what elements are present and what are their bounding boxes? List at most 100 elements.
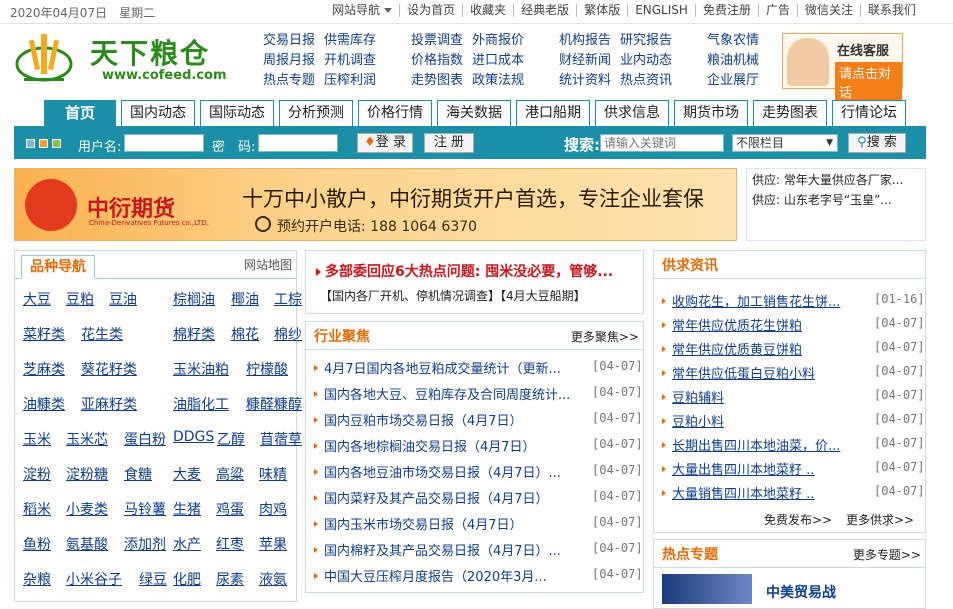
news-item[interactable]: 收购花生，加工销售花生饼... [01-16]	[654, 291, 925, 310]
category-link[interactable]: 液氨	[259, 569, 287, 589]
site-logo[interactable]: 天下粮仓 www.cofeed.com	[14, 30, 227, 86]
news-title[interactable]: 大量出售四川本地菜籽 ..	[672, 463, 814, 478]
category-link[interactable]: 糠醛糠醇	[246, 394, 302, 414]
category-link[interactable]: 乙醇	[217, 429, 245, 449]
category-link[interactable]: 油脂化工	[173, 394, 229, 414]
username-input[interactable]	[124, 134, 204, 152]
more-topics-link[interactable]: 更多专题>>	[853, 546, 921, 563]
category-link[interactable]: 红枣	[216, 534, 244, 554]
header-link[interactable]: 外商报价	[472, 33, 524, 49]
tab-futures[interactable]: 期货市场	[674, 100, 748, 126]
news-item[interactable]: 常年供应优质花生饼粕 [04-07]	[654, 315, 925, 334]
tab-forum[interactable]: 行情论坛	[832, 100, 906, 126]
category-link[interactable]: 马铃薯	[124, 499, 166, 519]
headline-sub-links[interactable]: 【国内各厂开机、停机情况调查】【4月大豆船期】	[320, 287, 586, 304]
header-link[interactable]: 压榨利润	[324, 73, 376, 89]
news-item[interactable]: 中国大豆压榨月度报告（2020年3月... [04-07]	[306, 566, 643, 585]
category-link[interactable]: 高粱	[216, 464, 244, 484]
category-link[interactable]: 水产	[173, 534, 201, 554]
tab-charts[interactable]: 走势图表	[753, 100, 827, 126]
category-link[interactable]: 苜蓿草	[260, 429, 302, 449]
ticker-item[interactable]: 供应: 常年大量供应各厂家...	[747, 169, 925, 189]
news-title[interactable]: 中国大豆压榨月度报告（2020年3月...	[324, 570, 547, 585]
news-item[interactable]: 长期出售四川本地油菜，价... [04-07]	[654, 435, 925, 454]
header-link[interactable]: 进口成本	[472, 53, 524, 69]
more-focus-link[interactable]: 更多聚焦>>	[571, 328, 639, 345]
news-title[interactable]: 国内菜籽及其产品交易日报（4月7日）	[324, 492, 549, 507]
online-service-widget[interactable]: 在线客服 请点击对话	[782, 33, 903, 102]
category-link[interactable]: 椰油	[231, 289, 259, 309]
category-link[interactable]: 氨基酸	[66, 534, 108, 554]
header-link[interactable]: 机构报告	[559, 33, 611, 49]
header-link[interactable]: 企业展厅	[707, 73, 759, 89]
news-title[interactable]: 豆粕辅料	[672, 391, 724, 406]
category-link[interactable]: 鸡蛋	[216, 499, 244, 519]
tab-customs[interactable]: 海关数据	[437, 100, 511, 126]
theme-swatch-green[interactable]	[52, 139, 61, 148]
header-link[interactable]: 周报月报	[263, 53, 315, 69]
news-title[interactable]: 常年供应优质花生饼粕	[672, 319, 802, 334]
news-item[interactable]: 4月7日国内各地豆粕成交量统计（更新... [04-07]	[306, 358, 643, 377]
tab-domestic[interactable]: 国内动态	[121, 100, 195, 126]
theme-swatch-blue[interactable]	[26, 139, 35, 148]
category-link[interactable]: 鱼粉	[23, 534, 51, 554]
category-link[interactable]: DDGS	[173, 429, 214, 445]
news-item[interactable]: 国内玉米市场交易日报（4月7日） [04-07]	[306, 514, 643, 533]
search-input[interactable]	[600, 134, 724, 152]
category-link[interactable]: 棕榈油	[173, 289, 215, 309]
trade-war-thumbnail[interactable]	[662, 574, 752, 604]
category-link[interactable]: 尿素	[216, 569, 244, 589]
news-item[interactable]: 国内豆粕市场交易日报（4月7日） [04-07]	[306, 410, 643, 429]
headline-link[interactable]: 多部委回应6大热点问题: 囤米没必要，管够...	[316, 261, 613, 281]
top-link-site-nav[interactable]: 网站导航	[325, 4, 399, 17]
top-link-contact[interactable]: 联系我们	[859, 4, 923, 17]
tab-supply[interactable]: 供求信息	[595, 100, 669, 126]
tab-analysis[interactable]: 分析预测	[279, 100, 353, 126]
news-title[interactable]: 常年供应低蛋白豆粕小料	[672, 367, 815, 382]
top-link-ads[interactable]: 广告	[757, 4, 797, 17]
header-link[interactable]: 业内动态	[620, 53, 672, 69]
category-link[interactable]: 大麦	[173, 464, 201, 484]
top-link-register[interactable]: 免费注册	[694, 4, 758, 17]
news-item[interactable]: 大量销售四川本地菜籽 .. [04-07]	[654, 483, 925, 502]
top-link-english[interactable]: ENGLISH	[627, 4, 695, 17]
tab-shipping[interactable]: 港口船期	[516, 100, 590, 126]
free-post-link[interactable]: 免费发布>>	[764, 511, 832, 528]
news-title[interactable]: 国内各地豆油市场交易日报（4月7日）...	[324, 466, 561, 481]
header-link[interactable]: 热点专题	[263, 73, 315, 89]
news-title[interactable]: 国内各地大豆、豆粕库存及合同周度统计...	[324, 388, 570, 403]
news-title[interactable]: 长期出售四川本地油菜，价...	[672, 439, 840, 454]
category-link[interactable]: 花生类	[81, 324, 123, 344]
header-link[interactable]: 价格指数	[411, 53, 463, 69]
header-link[interactable]: 投票调查	[411, 33, 463, 49]
top-link-classic[interactable]: 经典老版	[513, 4, 576, 17]
news-title[interactable]: 国内豆粕市场交易日报（4月7日）	[324, 414, 523, 429]
news-title[interactable]: 国内玉米市场交易日报（4月7日）	[324, 518, 523, 533]
news-item[interactable]: 国内棉籽及其产品交易日报（4月7日）... [04-07]	[306, 540, 643, 559]
header-link[interactable]: 研究报告	[620, 33, 672, 49]
category-select[interactable]: 不限栏目 ▼	[732, 134, 838, 152]
top-link-wechat[interactable]: 微信关注	[796, 4, 860, 17]
category-link[interactable]: 生猪	[173, 499, 201, 519]
news-item[interactable]: 国内各地大豆、豆粕库存及合同周度统计... [04-07]	[306, 384, 643, 403]
category-link[interactable]: 豆粕	[66, 289, 94, 309]
news-title[interactable]: 国内各地棕榈油交易日报（4月7日）	[324, 440, 536, 455]
news-title[interactable]: 4月7日国内各地豆粕成交量统计（更新...	[324, 362, 561, 377]
category-link[interactable]: 杂粮	[23, 569, 51, 589]
news-item[interactable]: 国内各地豆油市场交易日报（4月7日）... [04-07]	[306, 462, 643, 481]
category-link[interactable]: 化肥	[173, 569, 201, 589]
category-link[interactable]: 小米谷子	[66, 569, 122, 589]
top-link-homepage[interactable]: 设为首页	[399, 4, 462, 17]
category-link[interactable]: 绿豆	[139, 569, 167, 589]
more-supply-link[interactable]: 更多供求>>	[846, 511, 914, 528]
header-link[interactable]: 开机调查	[324, 53, 376, 69]
header-link[interactable]: 统计资料	[559, 73, 611, 89]
search-button[interactable]: ⚲搜 索	[848, 133, 906, 153]
category-link[interactable]: 豆油	[109, 289, 137, 309]
category-link[interactable]: 大豆	[23, 289, 51, 309]
news-title[interactable]: 豆粕小料	[672, 415, 724, 430]
header-link[interactable]: 交易日报	[263, 33, 315, 49]
ticker-item[interactable]: 供应: 山东老字号“玉皇”...	[747, 189, 925, 209]
top-link-favorites[interactable]: 收藏夹	[462, 4, 513, 17]
category-link[interactable]: 肉鸡	[259, 499, 287, 519]
